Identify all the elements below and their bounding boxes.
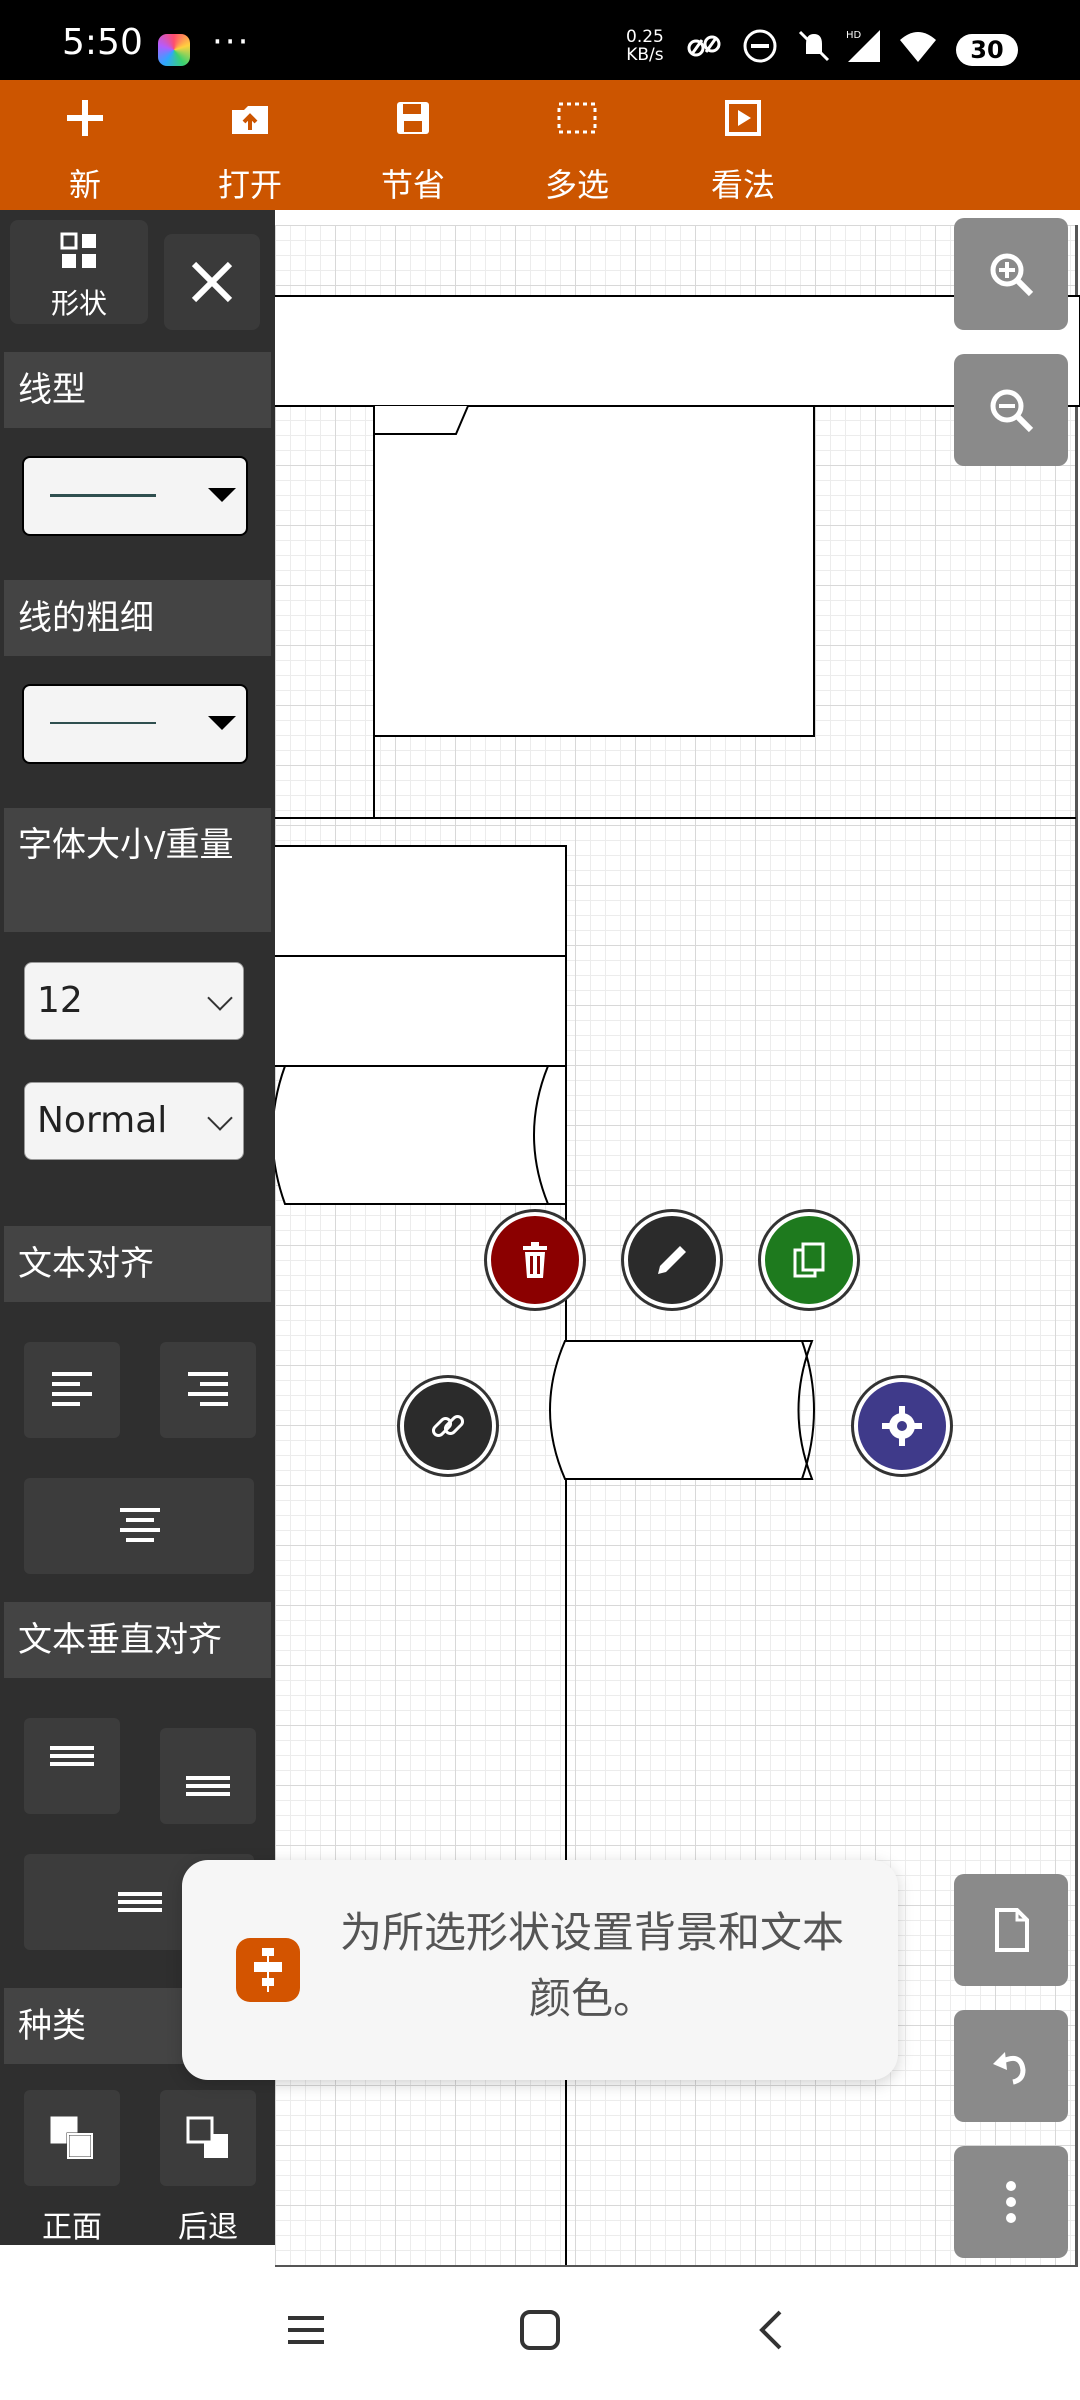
line-width-dropdown[interactable] [22,684,248,764]
new-label: 新 [68,166,101,204]
new-button[interactable]: 新 [30,80,140,210]
open-button[interactable]: 打开 [195,80,305,210]
back-label: 后退 [178,2210,238,2245]
align-right-button[interactable] [160,1342,256,1438]
align-center-button[interactable] [24,1478,254,1574]
copy-icon [793,1242,825,1278]
line-width-preview [50,722,156,724]
mute-icon [798,30,830,62]
line-type-dropdown[interactable] [22,456,248,536]
link-status-icon [687,35,721,57]
dropdown-arrow-icon [208,488,236,502]
page-button[interactable] [954,1874,1068,1986]
wifi-icon [900,32,936,62]
top-toolbar: 新 打开 节省 多选 看法 [0,80,1080,210]
align-bottom-icon [186,1776,230,1796]
app-notification-icon [158,34,190,66]
system-nav-bar [0,2268,1080,2400]
send-back-icon [186,2116,228,2158]
chevron-down-icon [207,985,233,1011]
more-notifications-icon: ··· [212,22,251,62]
font-size-value: 12 [37,980,83,1021]
font-weight-select[interactable]: Normal [24,1082,244,1160]
link-shape-button[interactable] [400,1378,496,1474]
battery-indicator: 30 [956,34,1018,66]
bring-front-icon [50,2116,94,2160]
align-bottom-button[interactable] [160,1728,256,1824]
signal-icon: HD [846,30,880,62]
align-middle-icon [118,1892,162,1912]
dropdown-arrow-icon [208,716,236,730]
svg-text:HD: HD [846,30,862,41]
view-button[interactable]: 看法 [688,80,798,210]
chevron-down-icon [207,1105,233,1131]
font-weight-value: Normal [37,1100,168,1141]
close-icon [191,261,233,303]
gear-icon [882,1406,922,1446]
trash-icon [523,1242,547,1278]
do-not-disturb-icon [743,29,777,63]
bring-to-front-button[interactable] [24,2090,120,2186]
close-panel-button[interactable] [164,234,260,330]
zoom-out-icon [990,389,1034,433]
shapes-button[interactable]: 形状 [10,220,148,324]
align-top-button[interactable] [24,1718,120,1814]
speed-value: 0.25 [626,27,664,47]
shapes-label: 形状 [50,287,107,320]
network-speed: 0.25 KB/s [626,28,664,64]
front-label: 正面 [42,2210,102,2245]
more-options-button[interactable] [954,2146,1068,2258]
view-label: 看法 [710,166,775,204]
clock: 5:50 [62,22,143,63]
multi-select-button[interactable]: 多选 [522,80,632,210]
open-label: 打开 [217,166,282,204]
zoom-out-button[interactable] [954,354,1068,466]
font-size-select[interactable]: 12 [24,962,244,1040]
save-icon [397,102,429,134]
menu-icon[interactable] [284,2308,328,2352]
undo-button[interactable] [954,2010,1068,2122]
save-button[interactable]: 节省 [358,80,468,210]
pencil-icon [658,1246,686,1274]
multi-select-icon [557,102,597,134]
back-icon[interactable] [752,2308,796,2352]
align-center-icon [120,1508,160,1542]
link-icon [431,1414,465,1438]
page-icon [995,1908,1029,1952]
vertical-align-title: 文本垂直对齐 [4,1602,271,1678]
multi-select-label: 多选 [544,166,609,204]
line-type-title: 线型 [4,352,271,428]
send-to-back-button[interactable] [160,2090,256,2186]
text-align-title: 文本对齐 [4,1226,271,1302]
zoom-in-icon [990,253,1034,297]
view-icon [725,100,761,136]
save-label: 节省 [380,166,445,204]
line-type-preview [50,494,156,497]
hint-toast-text: 为所选形状设置背景和文本颜色。 [339,1908,844,2023]
edit-shape-button[interactable] [624,1212,720,1308]
home-icon[interactable] [518,2308,562,2352]
align-left-icon [52,1372,92,1406]
copy-shape-button[interactable] [761,1212,857,1308]
line-width-title: 线的粗细 [4,580,271,656]
plus-icon [67,100,103,136]
zoom-in-button[interactable] [954,218,1068,330]
undo-icon [993,2052,1026,2085]
align-right-icon [188,1372,228,1406]
align-left-button[interactable] [24,1342,120,1438]
shapes-grid-icon [60,232,96,268]
more-vertical-icon [1006,2181,1016,2223]
shape-settings-button[interactable] [854,1378,950,1474]
status-bar: 5:50 ··· 0.25 KB/s HD 30 [0,0,1080,80]
hint-toast: 为所选形状设置背景和文本颜色。 [182,1860,898,2080]
open-icon [232,106,268,134]
speed-unit: KB/s [626,45,664,65]
app-logo-icon [236,1938,300,2002]
delete-shape-button[interactable] [487,1212,583,1308]
font-size-weight-title: 字体大小/重量 [4,808,271,932]
align-top-icon [50,1746,94,1766]
